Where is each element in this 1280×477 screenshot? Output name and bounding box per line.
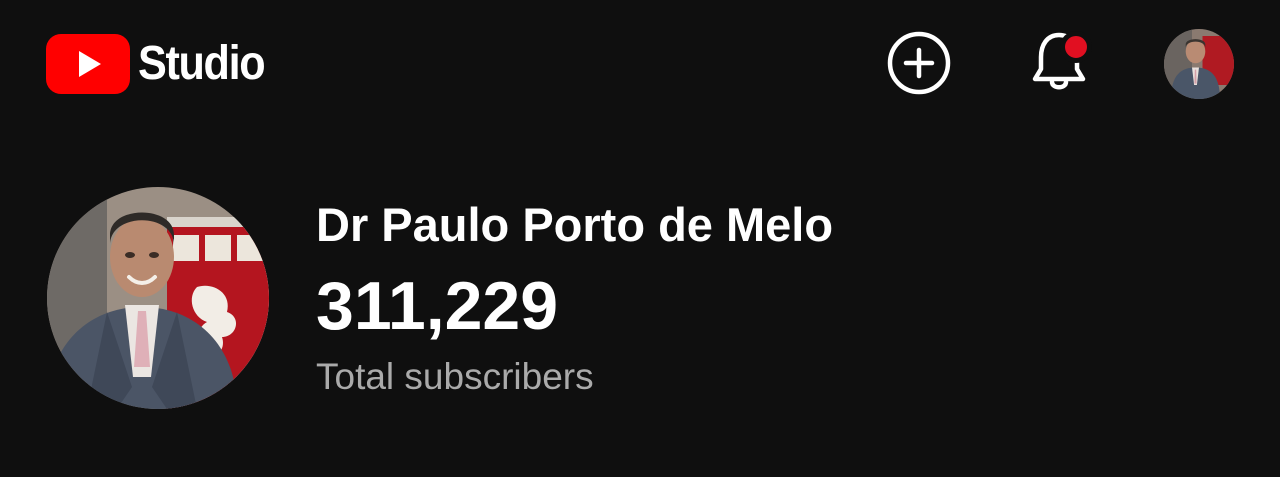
subscriber-label: Total subscribers [316, 356, 594, 397]
channel-avatar [47, 187, 269, 409]
youtube-studio-logo[interactable]: Studio [46, 34, 278, 94]
top-app-bar: Studio [0, 0, 1280, 135]
account-avatar-button[interactable] [1164, 29, 1234, 99]
youtube-play-icon [46, 34, 130, 94]
subscriber-count: 311,229 [316, 268, 559, 344]
channel-profile-photo [47, 187, 269, 409]
create-button[interactable] [883, 27, 955, 99]
studio-logo-text: Studio [138, 37, 266, 90]
notification-dot [1060, 31, 1092, 63]
account-avatar [1164, 29, 1234, 99]
add-circle-icon [887, 31, 951, 95]
channel-info: Dr Paulo Porto de Melo 311,229 Total sub… [316, 190, 833, 402]
channel-name: Dr Paulo Porto de Melo [316, 198, 834, 251]
